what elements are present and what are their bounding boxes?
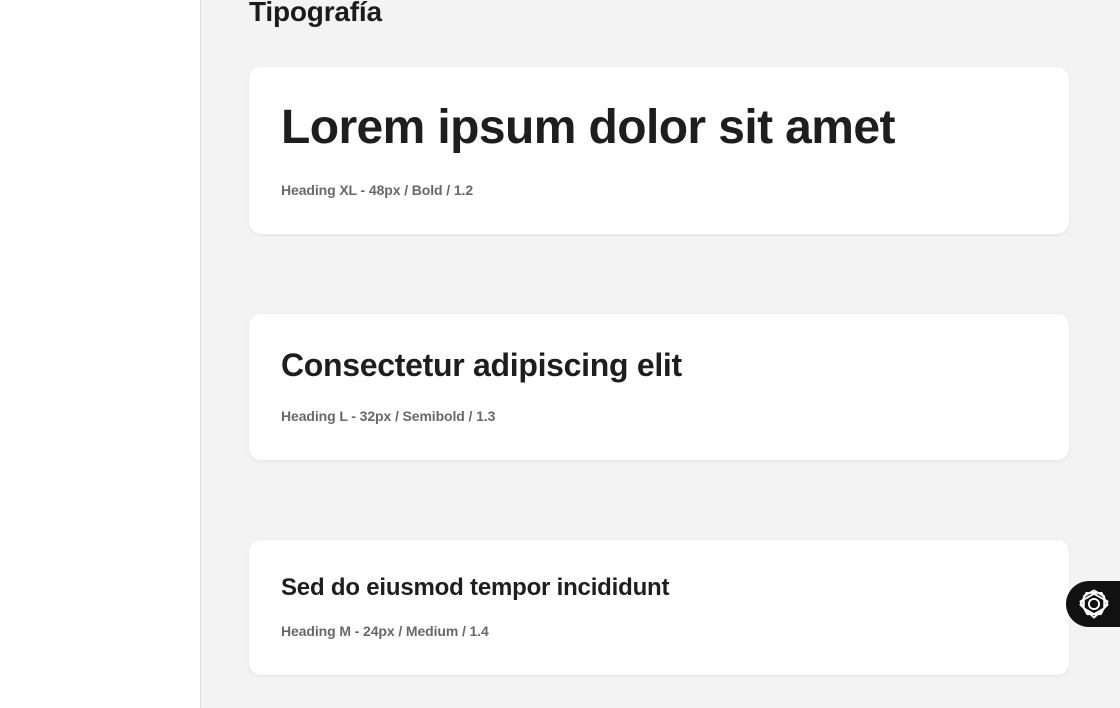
heading-xl-spec: Heading XL - 48px / Bold / 1.2: [281, 182, 474, 198]
assistant-button[interactable]: [1066, 581, 1120, 627]
app-window: Tipografía Lorem ipsum dolor sit amet He…: [0, 0, 1120, 708]
typography-card-heading-l: Consectetur adipiscing elit Heading L - …: [249, 314, 1069, 460]
typography-card-heading-xl: Lorem ipsum dolor sit amet Heading XL - …: [249, 67, 1069, 234]
heading-m-spec: Heading M - 24px / Medium / 1.4: [281, 623, 489, 639]
sidebar: [0, 0, 201, 708]
typography-card-heading-m: Sed do eiusmod tempor incididunt Heading…: [249, 540, 1069, 675]
main-content: Tipografía Lorem ipsum dolor sit amet He…: [201, 0, 1120, 708]
heading-m-sample: Sed do eiusmod tempor incididunt: [281, 574, 670, 601]
heading-l-sample: Consectetur adipiscing elit: [281, 347, 682, 383]
heading-l-spec: Heading L - 32px / Semibold / 1.3: [281, 408, 496, 424]
assistant-icon: [1079, 589, 1109, 619]
section-title: Tipografía: [249, 0, 382, 27]
heading-xl-sample: Lorem ipsum dolor sit amet: [281, 101, 895, 154]
